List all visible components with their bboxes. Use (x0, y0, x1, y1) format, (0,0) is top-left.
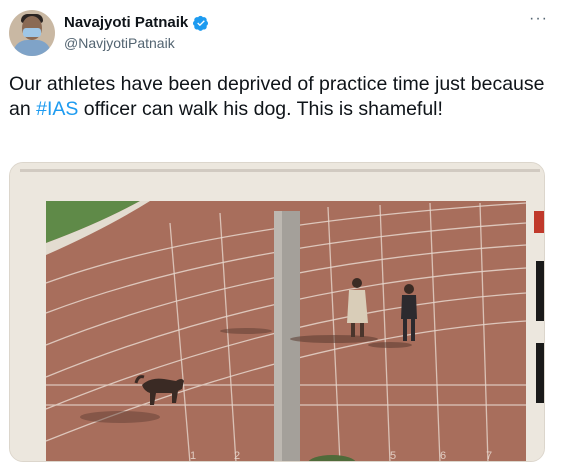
tweet-card: Navajyoti Patnaik @NavjyotiPatnaik ··· O… (0, 0, 568, 462)
tweet-text-after: officer can walk his dog. This is shamef… (78, 98, 443, 120)
author-handle[interactable]: @NavjyotiPatnaik (64, 35, 175, 51)
verified-badge-icon (193, 15, 209, 31)
svg-text:5: 5 (390, 450, 396, 462)
svg-text:2: 2 (234, 450, 240, 462)
hashtag-link[interactable]: #IAS (36, 98, 78, 120)
author-name[interactable]: Navajyoti Patnaik (64, 14, 188, 31)
avatar-mask (23, 28, 41, 37)
svg-text:6: 6 (440, 450, 446, 462)
more-options-icon[interactable]: ··· (529, 10, 548, 28)
author-row: Navajyoti Patnaik (64, 14, 209, 31)
tweet-photo[interactable]: 1 2 5 6 7 (9, 162, 545, 462)
avatar-shirt (13, 40, 51, 56)
svg-text:7: 7 (486, 450, 492, 462)
svg-text:1: 1 (190, 450, 196, 462)
newspaper-photo-image: 1 2 5 6 7 (10, 163, 544, 462)
tweet-text: Our athletes have been deprived of pract… (9, 72, 549, 122)
avatar[interactable] (9, 10, 55, 56)
